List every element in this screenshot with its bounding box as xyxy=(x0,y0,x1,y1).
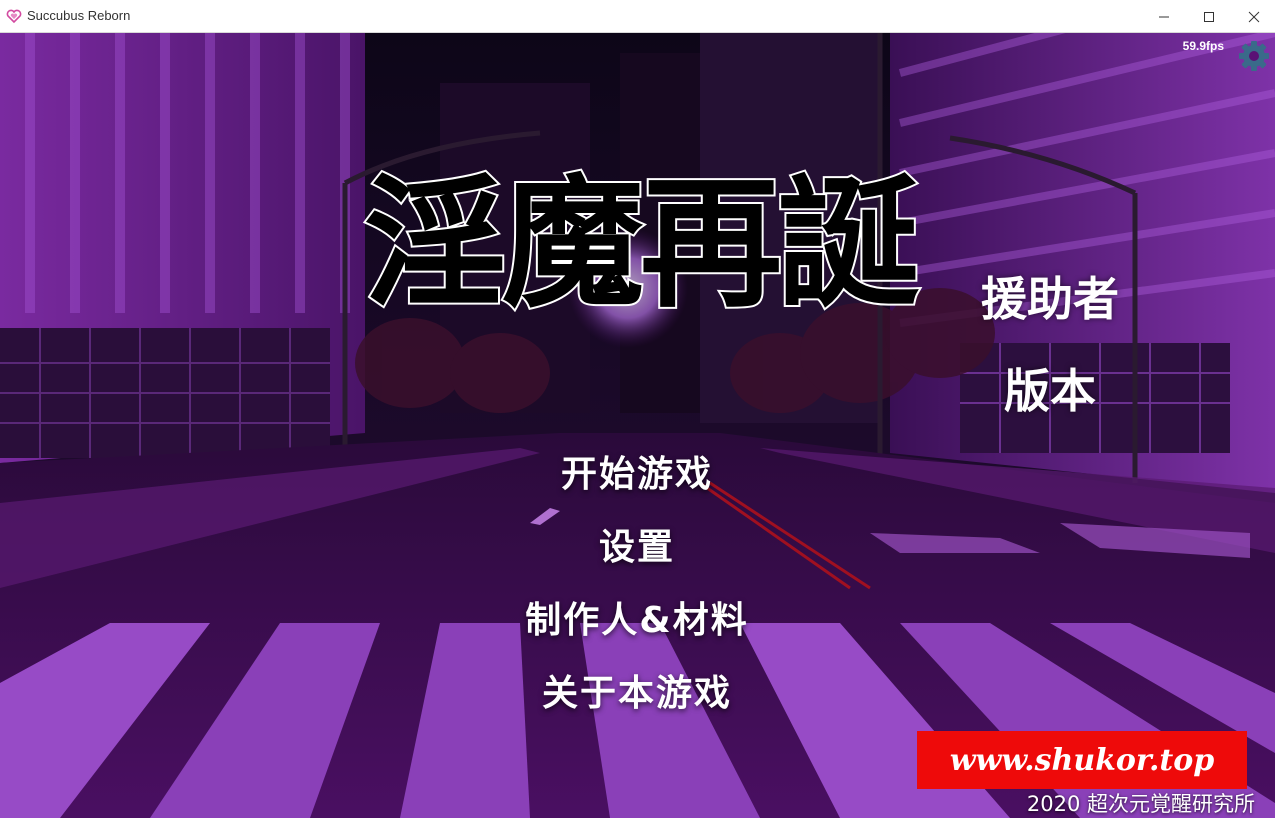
fps-counter: 59.9fps xyxy=(1182,39,1224,53)
game-title-logo: 淫魔再誕 xyxy=(362,159,925,315)
menu-credits[interactable]: 制作人&材料 xyxy=(437,584,837,657)
menu-about[interactable]: 关于本游戏 xyxy=(437,657,837,730)
gear-icon[interactable] xyxy=(1237,39,1271,73)
maximize-button[interactable] xyxy=(1186,0,1232,33)
minimize-icon xyxy=(1159,16,1169,17)
edition-line2: 版本 xyxy=(1004,364,1096,418)
window-titlebar: Succubus Reborn xyxy=(0,0,1275,33)
menu-start-game[interactable]: 开始游戏 xyxy=(437,438,837,511)
close-icon xyxy=(1248,11,1260,22)
main-menu: 开始游戏 设置 制作人&材料 关于本游戏 xyxy=(437,438,837,730)
edition-label: 援助者 版本 xyxy=(960,253,1140,437)
menu-settings[interactable]: 设置 xyxy=(437,511,837,584)
copyright-text: 2020 超次元覚醒研究所 xyxy=(1026,792,1255,816)
window-title: Succubus Reborn xyxy=(27,8,131,23)
edition-line1: 援助者 xyxy=(981,272,1119,326)
minimize-button[interactable] xyxy=(1141,0,1187,33)
watermark-banner: www.shukor.top xyxy=(917,731,1247,789)
app-heart-icon xyxy=(6,9,22,24)
game-title-text: 淫魔再誕 xyxy=(364,161,919,315)
watermark-text: www.shukor.top xyxy=(949,742,1215,778)
game-viewport: 59.9fps 淫魔再誕 援助者 版本 开始游戏 设置 制作人&材料 关于本游戏… xyxy=(0,33,1275,818)
close-button[interactable] xyxy=(1231,0,1275,33)
maximize-icon xyxy=(1204,11,1214,22)
